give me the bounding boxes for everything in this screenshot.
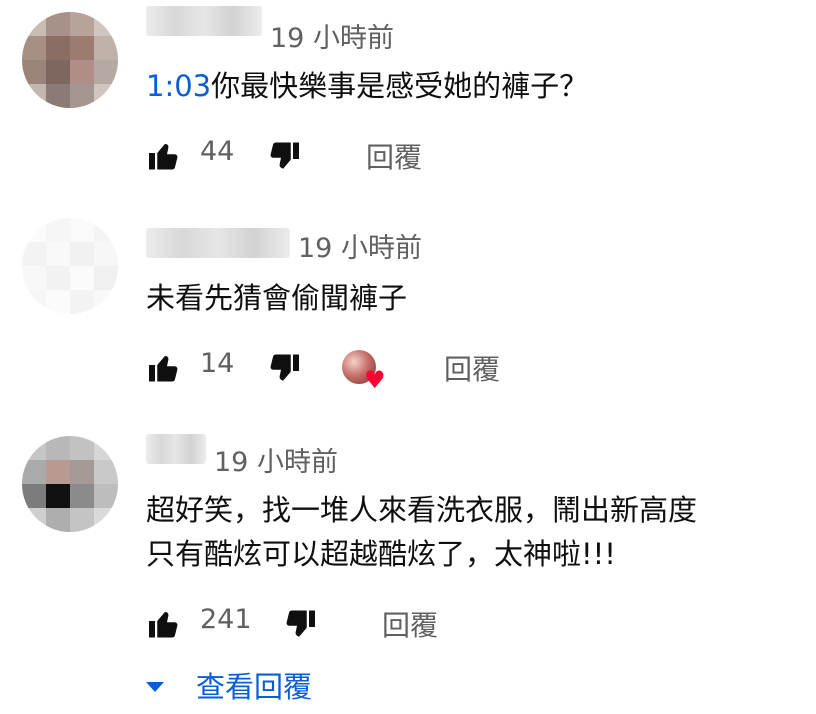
comment-actions: 14 ♥ 回覆 [146, 346, 546, 394]
comment-time: 19 小時前 [214, 447, 338, 478]
thumbs-down-icon[interactable] [282, 606, 318, 642]
comment-text: 1:03你最快樂事是感受她的褲子？ [146, 64, 588, 108]
thumbs-down-icon[interactable] [266, 138, 302, 174]
comment-time: 19 小時前 [298, 233, 422, 264]
comment-text: 未看先猜會偷聞褲子 [146, 276, 407, 320]
like-count: 14 [200, 348, 235, 379]
view-replies-label: 查看回覆 [196, 670, 313, 704]
reply-button[interactable]: 回覆 [444, 348, 500, 388]
caret-down-icon [146, 682, 164, 692]
author-name[interactable] [146, 434, 206, 464]
comment-text-line: 你最快樂事是感受她的褲子？ [211, 69, 589, 103]
heart-icon: ♥ [364, 366, 386, 394]
avatar[interactable] [22, 436, 118, 532]
comment-text-line: 只有酷炫可以超越酷炫了，太神啦!!! [146, 537, 616, 571]
comment-actions: 44 回覆 [146, 134, 446, 178]
author-name[interactable] [146, 228, 290, 258]
avatar[interactable] [22, 12, 118, 108]
thumbs-up-icon[interactable] [146, 606, 182, 642]
timestamp-link[interactable]: 1:03 [146, 69, 211, 103]
reply-button[interactable]: 回覆 [382, 604, 438, 644]
like-count: 44 [200, 136, 235, 167]
comment-text-line: 超好笑，找一堆人來看洗衣服，鬧出新高度 [146, 493, 698, 527]
thumbs-up-icon[interactable] [146, 350, 182, 386]
comment-time: 19 小時前 [270, 23, 394, 54]
comment-actions: 241 回覆 [146, 602, 466, 646]
author-name[interactable] [146, 6, 262, 36]
thumbs-up-icon[interactable] [146, 138, 182, 174]
avatar[interactable] [22, 218, 118, 314]
like-count: 241 [200, 604, 252, 635]
thumbs-down-icon[interactable] [266, 350, 302, 386]
comment-text-line: 未看先猜會偷聞褲子 [146, 281, 408, 315]
reply-button[interactable]: 回覆 [366, 136, 422, 176]
comment-text: 超好笑，找一堆人來看洗衣服，鬧出新高度 只有酷炫可以超越酷炫了，太神啦!!! [146, 488, 697, 576]
